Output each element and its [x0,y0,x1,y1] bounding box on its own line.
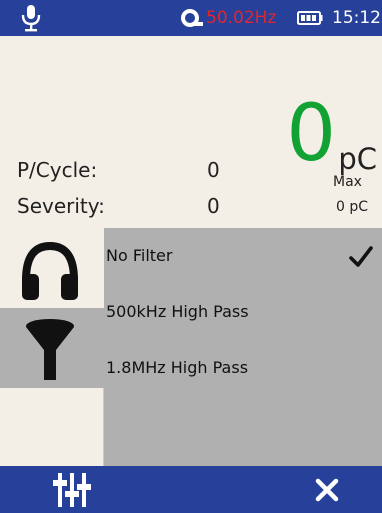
microphone-icon[interactable] [20,4,42,32]
headphones-tile[interactable] [0,228,104,308]
menu-item-1-8mhz-high-pass[interactable]: 1.8MHz High Pass [104,340,382,396]
filter-tile[interactable] [0,308,104,388]
mode-icon-column [0,228,104,466]
bottom-bar [0,466,382,513]
menu-item-500khz-high-pass[interactable]: 500kHz High Pass [104,284,382,340]
status-bar: 50.02Hz 15:12 [0,0,382,36]
severity-label: Severity: [17,194,105,218]
headphones-icon [22,241,78,300]
menu-item-label: 1.8MHz High Pass [106,358,249,377]
pd-unit: pC [338,142,377,176]
max-value: 0 pC [336,199,369,215]
measurement-icon [181,9,203,27]
max-label: Max [333,174,362,190]
clock-time: 15:12 [332,8,381,28]
pd-value: 0 [286,89,336,179]
filter-icon [26,319,74,380]
p-cycle-value: 0 [207,158,220,182]
frequency-readout: 50.02Hz [206,8,277,28]
sliders-icon[interactable] [52,471,92,509]
close-icon[interactable] [315,478,339,502]
menu-item-no-filter[interactable]: No Filter [104,228,382,284]
severity-value: 0 [207,194,220,218]
battery-icon [297,11,323,25]
filter-menu: No Filter 500kHz High Pass 1.8MHz High P… [104,228,382,466]
menu-item-label: No Filter [106,246,173,265]
p-cycle-label: P/Cycle: [17,158,98,182]
menu-item-label: 500kHz High Pass [106,302,249,321]
check-icon [349,246,373,267]
